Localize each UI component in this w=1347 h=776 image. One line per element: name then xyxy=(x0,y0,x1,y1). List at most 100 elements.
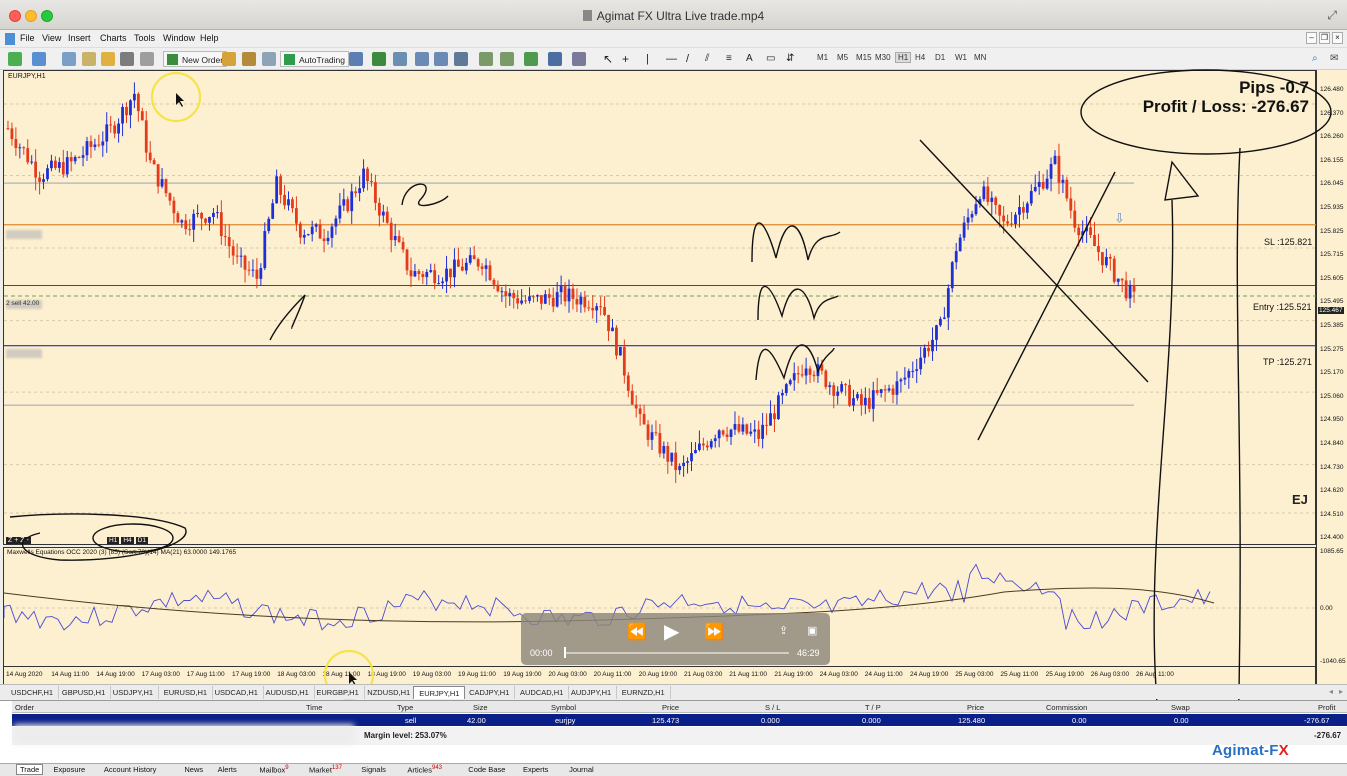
sl-handle[interactable] xyxy=(6,230,42,239)
col-sl[interactable]: S / L xyxy=(765,703,780,712)
channel-icon[interactable]: ⫽ xyxy=(705,52,719,66)
col-commission[interactable]: Commission xyxy=(1046,703,1087,712)
terminal-tab[interactable]: Journal xyxy=(569,765,594,774)
terminal-tab[interactable]: Signals xyxy=(361,765,386,774)
play-icon[interactable]: ▶ xyxy=(664,619,679,644)
line-chart-icon[interactable] xyxy=(393,52,407,66)
symbol-tab[interactable]: USDCHF,H1 xyxy=(6,686,60,699)
text-icon[interactable]: A xyxy=(746,52,760,66)
restore-chart-icon[interactable]: ❐ xyxy=(1319,32,1330,44)
symbol-tab[interactable]: AUDJPY,H1 xyxy=(566,686,618,699)
terminal-tab[interactable]: Market137 xyxy=(309,765,342,775)
indicators-icon[interactable] xyxy=(524,52,538,66)
terminal-tab[interactable]: Experts xyxy=(523,765,548,774)
fast-forward-icon[interactable]: ⏩ xyxy=(704,622,724,642)
arrows-icon[interactable]: ⇵ xyxy=(786,52,800,66)
tf-h4-button[interactable]: H4 xyxy=(121,537,134,544)
menu-tools[interactable]: Tools xyxy=(134,33,155,43)
period-m5[interactable]: M5 xyxy=(837,53,848,62)
symbol-tab[interactable]: USDJPY,H1 xyxy=(108,686,160,699)
period-d1[interactable]: D1 xyxy=(935,53,945,62)
menu-file[interactable]: File xyxy=(20,33,35,43)
chart-shift-icon[interactable] xyxy=(479,52,493,66)
market-watch-icon[interactable] xyxy=(62,52,76,66)
col-swap[interactable]: Swap xyxy=(1171,703,1190,712)
col-symbol[interactable]: Symbol xyxy=(551,703,576,712)
tp-handle[interactable] xyxy=(6,349,42,358)
fibonacci-icon[interactable]: ≡ xyxy=(726,52,740,66)
menu-help[interactable]: Help xyxy=(200,33,219,43)
symbol-tab[interactable]: GBPUSD,H1 xyxy=(57,686,112,699)
templates-icon[interactable] xyxy=(572,52,586,66)
col-price[interactable]: Price xyxy=(662,703,679,712)
crosshair-icon[interactable]: + xyxy=(622,52,636,66)
tf-h1-button[interactable]: H1 xyxy=(107,537,120,544)
data-window-icon[interactable] xyxy=(82,52,96,66)
terminal-icon[interactable] xyxy=(120,52,134,66)
new-order-button[interactable]: New Order xyxy=(163,51,228,67)
period-m1[interactable]: M1 xyxy=(817,53,828,62)
menu-charts[interactable]: Charts xyxy=(100,33,127,43)
period-m30[interactable]: M30 xyxy=(875,53,891,62)
signals-icon[interactable] xyxy=(242,52,256,66)
order-line-tag[interactable]: 2 sell 42.00 xyxy=(6,300,39,307)
period-w1[interactable]: W1 xyxy=(955,53,967,62)
col-type[interactable]: Type xyxy=(397,703,413,712)
menu-insert[interactable]: Insert xyxy=(68,33,91,43)
meta-editor-icon[interactable] xyxy=(222,52,236,66)
label-icon[interactable]: ▭ xyxy=(766,52,780,66)
terminal-tab[interactable]: Account History xyxy=(104,765,157,774)
tile-windows-icon[interactable] xyxy=(454,52,468,66)
period-mn[interactable]: MN xyxy=(974,53,986,62)
period-h4[interactable]: H4 xyxy=(915,53,925,62)
strategy-tester-icon[interactable] xyxy=(140,52,154,66)
horizontal-line-icon[interactable]: — xyxy=(666,52,680,66)
price-chart[interactable]: ⇩ xyxy=(3,70,1317,545)
col-time[interactable]: Time xyxy=(306,703,322,712)
terminal-tab[interactable]: Exposure xyxy=(54,765,86,774)
tabs-right-arrow-icon[interactable]: ▸ xyxy=(1339,687,1343,696)
vertical-line-icon[interactable]: | xyxy=(646,52,660,66)
zoom-in-icon[interactable] xyxy=(415,52,429,66)
symbol-tab[interactable]: AUDUSD,H1 xyxy=(261,686,315,699)
tf-d1-button[interactable]: D1 xyxy=(135,537,148,544)
vps-icon[interactable] xyxy=(262,52,276,66)
symbol-tab[interactable]: USDCAD,H1 xyxy=(210,686,264,699)
period-m15[interactable]: M15 xyxy=(856,53,872,62)
periods-icon[interactable] xyxy=(548,52,562,66)
search-icon[interactable]: ⌕ xyxy=(1312,52,1326,66)
close-chart-icon[interactable]: × xyxy=(1332,32,1343,44)
cursor-icon[interactable]: ↖ xyxy=(603,52,617,66)
picture-in-picture-icon[interactable]: ▣ xyxy=(807,624,817,637)
rewind-icon[interactable]: ⏪ xyxy=(627,622,647,642)
chat-icon[interactable]: ✉ xyxy=(1330,52,1344,66)
share-icon[interactable]: ⇪ xyxy=(779,624,788,637)
col-size[interactable]: Size xyxy=(473,703,488,712)
trendline-icon[interactable]: / xyxy=(686,52,700,66)
symbol-tab[interactable]: EURNZD,H1 xyxy=(617,686,671,699)
symbol-tab[interactable]: EURUSD,H1 xyxy=(159,686,214,699)
candlesticks-icon[interactable] xyxy=(372,52,386,66)
terminal-tab[interactable]: Articles943 xyxy=(407,765,442,775)
zoom-buttons[interactable]: Z + Z - xyxy=(6,537,31,544)
terminal-tab[interactable]: Mailbox9 xyxy=(259,765,288,775)
expand-icon[interactable]: ⤢ xyxy=(1327,8,1337,23)
symbol-tab[interactable]: AUDCAD,H1 xyxy=(515,686,570,699)
tabs-left-arrow-icon[interactable]: ◂ xyxy=(1329,687,1333,696)
col-tp[interactable]: T / P xyxy=(865,703,881,712)
menu-view[interactable]: View xyxy=(42,33,61,43)
navigator-icon[interactable] xyxy=(101,52,115,66)
progress-track[interactable] xyxy=(565,652,789,654)
autotrading-button[interactable]: AutoTrading xyxy=(280,51,349,67)
autoscroll-icon[interactable] xyxy=(500,52,514,66)
terminal-tab[interactable]: Trade xyxy=(16,764,44,775)
terminal-tab[interactable]: Code Base xyxy=(468,765,505,774)
minimize-chart-icon[interactable]: – xyxy=(1306,32,1317,44)
new-chart-icon[interactable] xyxy=(8,52,22,66)
col-current-price[interactable]: Price xyxy=(967,703,984,712)
symbol-tab[interactable]: EURJPY,H1 xyxy=(413,686,466,699)
col-order[interactable]: Order xyxy=(15,703,34,712)
progress-knob[interactable] xyxy=(564,647,566,658)
symbol-tab[interactable]: NZDUSD,H1 xyxy=(362,686,417,699)
terminal-tab[interactable]: News xyxy=(184,765,203,774)
